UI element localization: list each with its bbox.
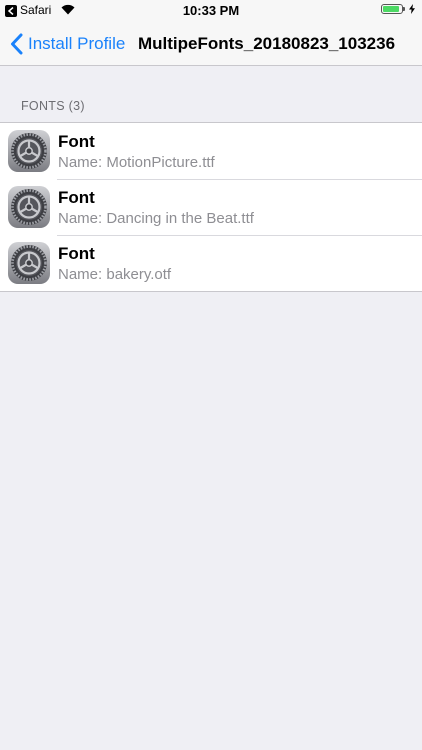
font-item-title: Font bbox=[58, 244, 95, 263]
settings-gear-icon bbox=[8, 186, 50, 228]
status-bar: Safari 10:33 PM bbox=[0, 0, 422, 22]
list-item[interactable]: Font Name: Dancing in the Beat.ttf bbox=[0, 179, 422, 235]
battery-tip bbox=[403, 7, 405, 11]
fonts-list: Font Name: MotionPicture.ttf Font Name: … bbox=[0, 122, 422, 292]
list-item[interactable]: Font Name: bakery.otf bbox=[0, 235, 422, 291]
settings-gear-icon bbox=[8, 130, 50, 172]
section-header: FONTS (3) bbox=[21, 99, 85, 113]
chevron-left-icon bbox=[11, 33, 23, 54]
font-item-name: Name: MotionPicture.ttf bbox=[58, 154, 215, 171]
font-item-name: Name: Dancing in the Beat.ttf bbox=[58, 210, 254, 227]
battery-icon bbox=[381, 4, 403, 14]
font-item-name: Name: bakery.otf bbox=[58, 266, 172, 283]
battery-level-fill bbox=[383, 6, 399, 12]
status-time: 10:33 PM bbox=[182, 3, 240, 18]
back-button[interactable]: Install Profile bbox=[10, 22, 125, 65]
list-item[interactable]: Font Name: MotionPicture.ttf bbox=[0, 123, 422, 179]
back-button-label[interactable]: Install Profile bbox=[28, 34, 125, 54]
page-title: MultipeFonts_20180823_103236 bbox=[138, 34, 396, 53]
charging-bolt-icon bbox=[409, 4, 415, 14]
navigation-bar: Install Profile MultipeFonts_20180823_10… bbox=[0, 22, 422, 66]
font-item-title: Font bbox=[58, 132, 95, 151]
settings-gear-icon bbox=[8, 242, 50, 284]
font-item-title: Font bbox=[58, 188, 95, 207]
